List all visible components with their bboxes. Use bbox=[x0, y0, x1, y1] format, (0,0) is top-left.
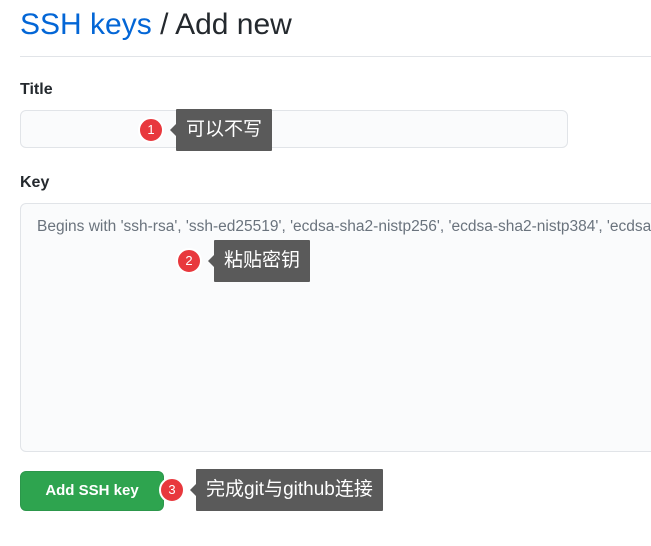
annotation-tooltip-2: 粘贴密钥 bbox=[207, 240, 311, 282]
annotation-tooltip-1: 可以不写 bbox=[169, 109, 273, 151]
key-label: Key bbox=[20, 174, 50, 191]
page-title: Add new bbox=[175, 8, 292, 41]
annotation-badge-2: 2 bbox=[176, 248, 202, 274]
breadcrumb-separator: / bbox=[160, 8, 169, 41]
annotation-badge-3: 3 bbox=[159, 477, 185, 503]
add-ssh-key-button[interactable]: Add SSH key bbox=[20, 471, 164, 511]
page-heading: SSH keys / Add new bbox=[20, 7, 292, 43]
key-textarea[interactable]: Begins with 'ssh-rsa', 'ssh-ed25519', 'e… bbox=[20, 203, 651, 452]
annotation-tooltip-3: 完成git与github连接 bbox=[190, 469, 383, 511]
ssh-keys-breadcrumb-link[interactable]: SSH keys bbox=[20, 8, 152, 41]
key-placeholder: Begins with 'ssh-rsa', 'ssh-ed25519', 'e… bbox=[37, 218, 651, 235]
annotation-badge-1: 1 bbox=[138, 117, 164, 143]
title-label: Title bbox=[20, 81, 53, 98]
title-input[interactable] bbox=[20, 110, 568, 148]
header-divider bbox=[20, 56, 651, 57]
